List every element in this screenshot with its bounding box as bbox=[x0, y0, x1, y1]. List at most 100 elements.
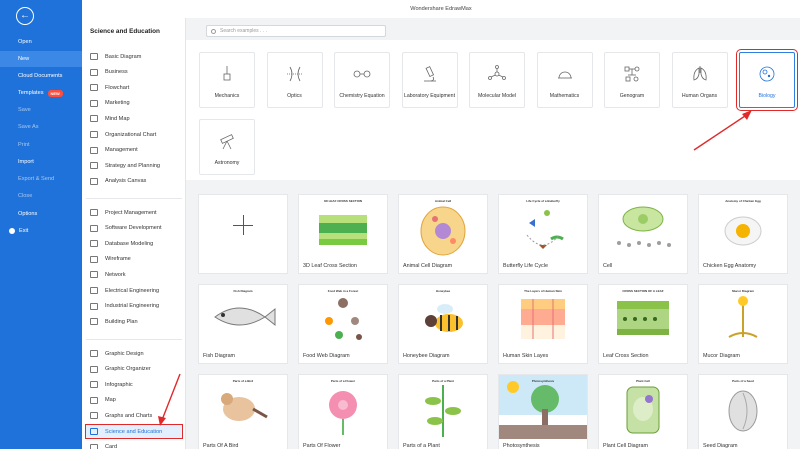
template-thumbnail: Fish Diagram bbox=[199, 285, 287, 349]
example-label: Chemistry Equation bbox=[339, 93, 385, 99]
nav-item-import[interactable]: Import bbox=[0, 154, 82, 170]
category-software-development[interactable]: Software Development bbox=[86, 222, 182, 235]
category-wireframe[interactable]: Wireframe bbox=[86, 253, 182, 266]
category-icon bbox=[90, 443, 98, 449]
category-organizational-chart[interactable]: Organizational Chart bbox=[86, 128, 182, 141]
template-card[interactable]: Plant Cell Plant Cell Diagram bbox=[598, 374, 688, 449]
nav-item-close[interactable]: Close bbox=[0, 188, 82, 204]
category-infographic[interactable]: Infographic bbox=[86, 378, 182, 391]
nav-item-new[interactable]: New bbox=[0, 51, 82, 67]
example-label: Astronomy bbox=[214, 160, 240, 166]
category-building-plan[interactable]: Building Plan bbox=[86, 315, 182, 328]
example-optics[interactable]: Optics bbox=[266, 52, 323, 108]
category-analysis-canvas[interactable]: Analysis Canvas bbox=[86, 175, 182, 188]
category-science-and-education[interactable]: Science and Education bbox=[85, 424, 183, 439]
example-mathematics[interactable]: Mathematics bbox=[536, 52, 593, 108]
template-card[interactable]: CROSS SECTION OF A LEAF Leaf Cross Sectio… bbox=[598, 284, 688, 364]
nav-item-open[interactable]: Open bbox=[0, 34, 82, 50]
back-arrow-icon[interactable]: ← bbox=[16, 7, 34, 25]
template-label: Mucor Diagram bbox=[703, 353, 740, 359]
template-card[interactable]: Anatomy of Chicken Egg Chicken Egg Anatom… bbox=[698, 194, 788, 274]
category-icon bbox=[90, 412, 98, 420]
category-database-modeling[interactable]: Database Modeling bbox=[86, 237, 182, 250]
category-label: Analysis Canvas bbox=[105, 178, 147, 185]
search-input[interactable]: Search examples . . . bbox=[206, 25, 386, 37]
template-card[interactable]: Mucor Diagram Mucor Diagram bbox=[698, 284, 788, 364]
template-thumbnail: Photosynthesis bbox=[499, 375, 587, 439]
category-management[interactable]: Management bbox=[86, 144, 182, 157]
category-network[interactable]: Network bbox=[86, 268, 182, 281]
template-card[interactable]: Food Web in a Forest Food Web Diagram bbox=[298, 284, 388, 364]
nav-item-cloud-documents[interactable]: Cloud Documents bbox=[0, 68, 82, 84]
category-industrial-engineering[interactable]: Industrial Engineering bbox=[86, 300, 182, 313]
category-graphic-design[interactable]: Graphic Design bbox=[86, 347, 182, 360]
template-card[interactable]: Honeybee Honeybee Diagram bbox=[398, 284, 488, 364]
genogram-icon bbox=[623, 65, 641, 83]
nav-item-print[interactable]: Print bbox=[0, 137, 82, 153]
template-card[interactable]: Fish Diagram Fish Diagram bbox=[198, 284, 288, 364]
template-label: Parts of a Plant bbox=[403, 443, 440, 449]
category-label: Management bbox=[105, 147, 138, 154]
category-electrical-engineering[interactable]: Electrical Engineering bbox=[86, 284, 182, 297]
template-thumbnail: Food Web in a Forest bbox=[299, 285, 387, 349]
example-laboratory-equipment[interactable]: Laboratory Equipment bbox=[401, 52, 458, 108]
nav-item-exit[interactable]: Exit bbox=[0, 223, 82, 239]
nav-item-label: Templates bbox=[18, 90, 44, 96]
nav-item-templates[interactable]: Templates NEW bbox=[0, 85, 82, 101]
template-card[interactable]: Parts of a Seed Seed Diagram bbox=[698, 374, 788, 449]
template-label: Cell bbox=[603, 263, 613, 269]
category-icon bbox=[90, 318, 98, 326]
template-card[interactable]: Parts of a Bird Parts Of A Bird bbox=[198, 374, 288, 449]
template-card[interactable]: 3D LEAF CROSS SECTION 3D Leaf Cross Secti… bbox=[298, 194, 388, 274]
template-thumbnail: Honeybee bbox=[399, 285, 487, 349]
category-card[interactable]: Card bbox=[86, 441, 182, 449]
template-card[interactable]: Parts of a Plant Parts of a Plant bbox=[398, 374, 488, 449]
example-astronomy[interactable]: Astronomy bbox=[199, 119, 255, 175]
category-icon bbox=[90, 68, 98, 76]
nav-item-label: Cloud Documents bbox=[18, 73, 63, 79]
template-card[interactable]: Cell bbox=[598, 194, 688, 274]
nav-item-save-as[interactable]: Save As bbox=[0, 119, 82, 135]
category-map[interactable]: Map bbox=[86, 394, 182, 407]
template-card[interactable]: Life Cycle of a Butterfly Butterfly Life … bbox=[498, 194, 588, 274]
nav-item-save[interactable]: Save bbox=[0, 102, 82, 118]
category-divider bbox=[86, 198, 182, 199]
category-mind-map[interactable]: Mind Map bbox=[86, 112, 182, 125]
blank-template[interactable] bbox=[198, 194, 288, 274]
category-icon bbox=[90, 271, 98, 279]
template-card[interactable]: Parts of a Flower Parts Of Flower bbox=[298, 374, 388, 449]
category-project-management[interactable]: Project Management bbox=[86, 206, 182, 219]
example-human-organs[interactable]: Human Organs bbox=[671, 52, 728, 108]
category-label: Organizational Chart bbox=[105, 131, 157, 138]
example-chemistry-equation[interactable]: Chemistry Equation bbox=[334, 52, 390, 108]
category-marketing[interactable]: Marketing bbox=[86, 97, 182, 110]
chemistry-icon bbox=[353, 65, 371, 83]
example-biology[interactable]: Biology bbox=[736, 49, 798, 111]
nav-item-options[interactable]: Options bbox=[0, 206, 82, 222]
category-icon bbox=[90, 146, 98, 154]
category-graphs-and-charts[interactable]: Graphs and Charts bbox=[86, 409, 182, 422]
telescope-icon bbox=[218, 132, 236, 150]
template-label: Leaf Cross Section bbox=[603, 353, 649, 359]
example-genogram[interactable]: Genogram bbox=[604, 52, 660, 108]
template-thumbnail: Animal Cell bbox=[399, 195, 487, 259]
template-card[interactable]: The Layers of Human Skin Human Skin Layes bbox=[498, 284, 588, 364]
category-strategy-and-planning[interactable]: Strategy and Planning bbox=[86, 159, 182, 172]
category-icon bbox=[90, 162, 98, 170]
category-business[interactable]: Business bbox=[86, 66, 182, 79]
nav-item-export-send[interactable]: Export & Send bbox=[0, 171, 82, 187]
category-label: Wireframe bbox=[105, 256, 131, 263]
template-thumbnail: Parts of a Bird bbox=[199, 375, 287, 439]
template-thumbnail: Anatomy of Chicken Egg bbox=[699, 195, 787, 259]
category-icon bbox=[90, 84, 98, 92]
example-mechanics[interactable]: Mechanics bbox=[199, 52, 255, 108]
template-card[interactable]: Animal Cell Animal Cell Diagram bbox=[398, 194, 488, 274]
mechanics-icon bbox=[218, 65, 236, 83]
template-card[interactable]: Photosynthesis Photosynthesis bbox=[498, 374, 588, 449]
example-molecular-model[interactable]: Molecular Model bbox=[469, 52, 525, 108]
template-label: Chicken Egg Anatomy bbox=[703, 263, 757, 269]
template-label: Butterfly Life Cycle bbox=[503, 263, 548, 269]
category-flowchart[interactable]: Flowchart bbox=[86, 81, 182, 94]
category-graphic-organizer[interactable]: Graphic Organizer bbox=[86, 363, 182, 376]
category-basic-diagram[interactable]: Basic Diagram bbox=[86, 50, 182, 63]
